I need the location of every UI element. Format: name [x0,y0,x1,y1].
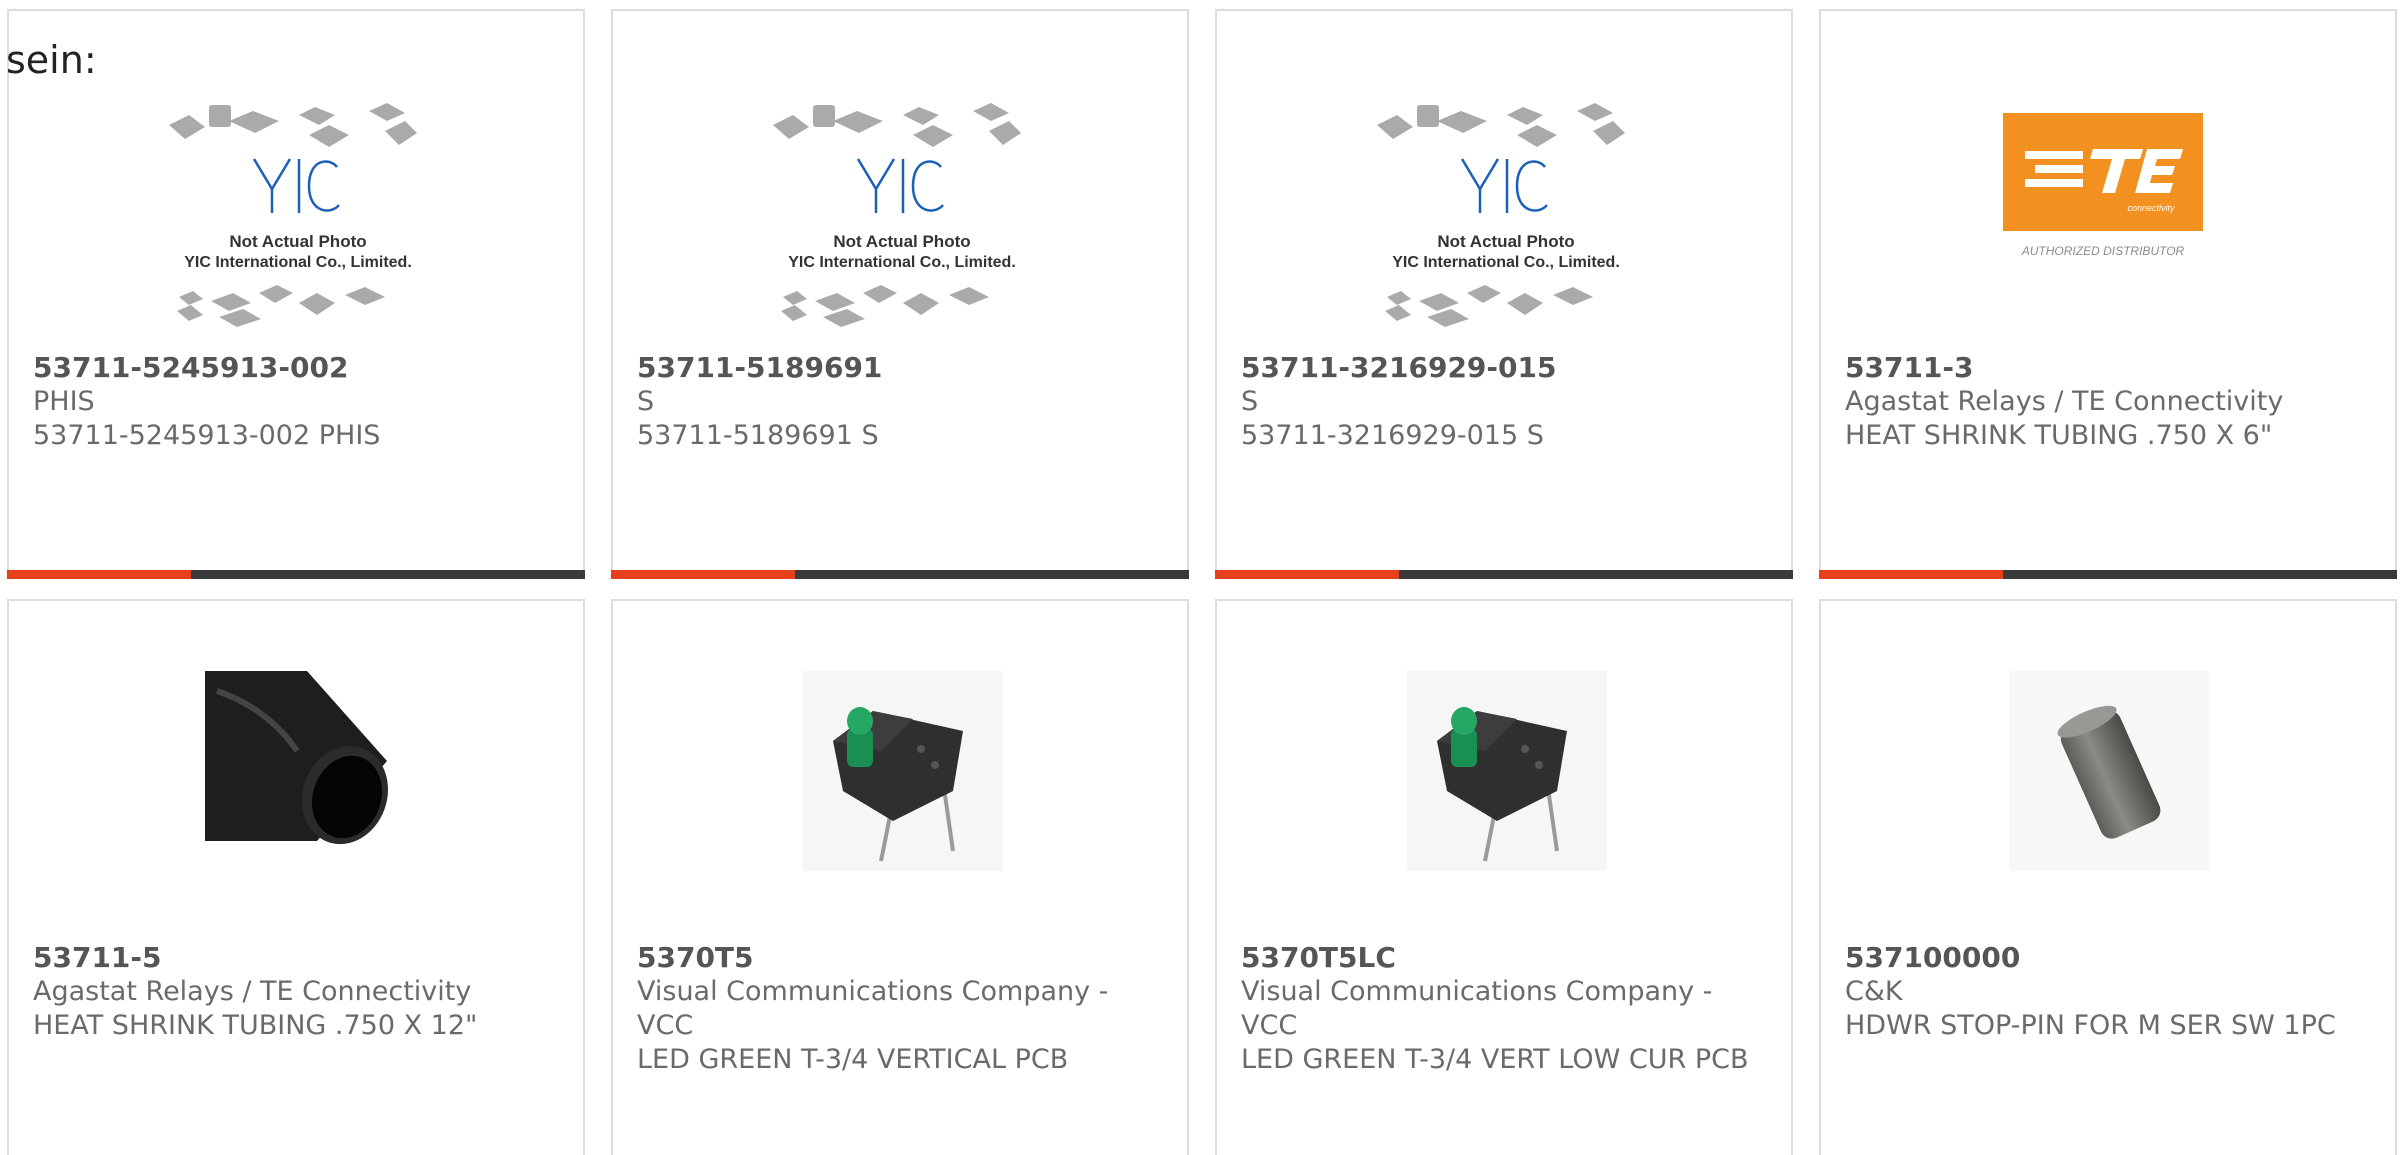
product-description: 53711-5245913-002 PHIS [33,420,381,451]
product-image-placeholder[interactable]: Not Actual Photo YIC International Co., … [159,97,437,347]
manufacturer-name: Visual Communications Company - VCC [1241,976,1713,1041]
product-grid-page: sein: Not Actual Photo YIC International… [0,0,2400,1155]
product-card[interactable]: 53711-5 Agastat Relays / TE Connectivity… [7,599,585,1155]
product-description: HEAT SHRINK TUBING .750 X 12" [33,1010,478,1041]
image-caption: AUTHORIZED DISTRIBUTOR [2021,244,2185,258]
part-number-link[interactable]: 537100000 [1845,941,2371,975]
part-number-link[interactable]: 5370T5 [637,941,1163,975]
svg-text:connectivity: connectivity [2127,203,2175,213]
product-image-placeholder[interactable]: Not Actual Photo YIC International Co., … [763,97,1041,347]
image-caption-2: YIC International Co., Limited. [788,254,1016,271]
green-led-icon [1407,671,1607,871]
manufacturer-name: Agastat Relays / TE Connectivity [33,976,472,1007]
card-accent-bar [1819,570,2003,579]
product-description: HEAT SHRINK TUBING .750 X 6" [1845,420,2273,451]
product-image[interactable] [197,671,397,871]
product-description: 53711-5189691 S [637,420,879,451]
part-number-link[interactable]: 53711-5189691 [637,351,1163,385]
product-description: LED GREEN T-3/4 VERTICAL PCB [637,1044,1069,1075]
product-info: 53711-5 Agastat Relays / TE Connectivity… [33,941,559,1043]
green-led-icon [803,671,1003,871]
page-fragment-text: sein: [6,38,97,82]
stop-pin-icon [2009,671,2209,871]
manufacturer-name: C&K [1845,976,1903,1007]
card-bottom-bar [1819,570,2397,579]
manufacturer-name: Agastat Relays / TE Connectivity [1845,386,2284,417]
part-number-link[interactable]: 53711-3216929-015 [1241,351,1767,385]
part-number-link[interactable]: 53711-3 [1845,351,2371,385]
product-description: HDWR STOP-PIN FOR M SER SW 1PC [1845,1010,2336,1041]
card-bottom-bar [611,570,1189,579]
product-info: 5370T5LC Visual Communications Company -… [1241,941,1767,1077]
image-caption-1: Not Actual Photo [1437,232,1574,251]
product-description: LED GREEN T-3/4 VERT LOW CUR PCB [1241,1044,1749,1075]
product-image[interactable] [1407,671,1607,871]
product-image-placeholder[interactable]: Not Actual Photo YIC International Co., … [1367,97,1645,347]
product-card[interactable]: 5370T5LC Visual Communications Company -… [1215,599,1793,1155]
image-caption-1: Not Actual Photo [229,232,366,251]
card-accent-bar [611,570,795,579]
yic-placeholder-icon: Not Actual Photo YIC International Co., … [773,103,1021,327]
part-number-link[interactable]: 5370T5LC [1241,941,1767,975]
card-bottom-bar [1215,570,1793,579]
yic-placeholder-icon: Not Actual Photo YIC International Co., … [1377,103,1625,327]
product-card[interactable]: Not Actual Photo YIC International Co., … [611,9,1189,579]
te-connectivity-logo-icon: connectivity AUTHORIZED DISTRIBUTOR [2003,113,2203,258]
product-card[interactable]: Not Actual Photo YIC International Co., … [7,9,585,579]
card-accent-bar [1215,570,1399,579]
manufacturer-name: S [637,386,655,417]
product-info: 53711-3 Agastat Relays / TE Connectivity… [1845,351,2371,453]
card-accent-bar [7,570,191,579]
product-image[interactable]: connectivity AUTHORIZED DISTRIBUTOR [2001,107,2205,263]
product-card[interactable]: 5370T5 Visual Communications Company - V… [611,599,1189,1155]
image-caption-1: Not Actual Photo [833,232,970,251]
product-info: 53711-3216929-015 S 53711-3216929-015 S [1241,351,1767,453]
product-image[interactable] [803,671,1003,871]
card-bottom-bar [7,570,585,579]
product-info: 53711-5245913-002 PHIS 53711-5245913-002… [33,351,559,453]
image-caption-2: YIC International Co., Limited. [184,254,412,271]
part-number-link[interactable]: 53711-5245913-002 [33,351,559,385]
image-caption-2: YIC International Co., Limited. [1392,254,1620,271]
heat-shrink-tube-icon [205,671,389,845]
product-card[interactable]: connectivity AUTHORIZED DISTRIBUTOR 5371… [1819,9,2397,579]
product-image[interactable] [2009,671,2209,871]
product-info: 53711-5189691 S 53711-5189691 S [637,351,1163,453]
product-info: 537100000 C&K HDWR STOP-PIN FOR M SER SW… [1845,941,2371,1043]
product-card[interactable]: 537100000 C&K HDWR STOP-PIN FOR M SER SW… [1819,599,2397,1155]
product-card[interactable]: Not Actual Photo YIC International Co., … [1215,9,1793,579]
yic-placeholder-icon: Not Actual Photo YIC International Co., … [169,103,417,327]
part-number-link[interactable]: 53711-5 [33,941,559,975]
product-description: 53711-3216929-015 S [1241,420,1544,451]
manufacturer-name: S [1241,386,1259,417]
manufacturer-name: PHIS [33,386,95,417]
product-info: 5370T5 Visual Communications Company - V… [637,941,1163,1077]
manufacturer-name: Visual Communications Company - VCC [637,976,1109,1041]
